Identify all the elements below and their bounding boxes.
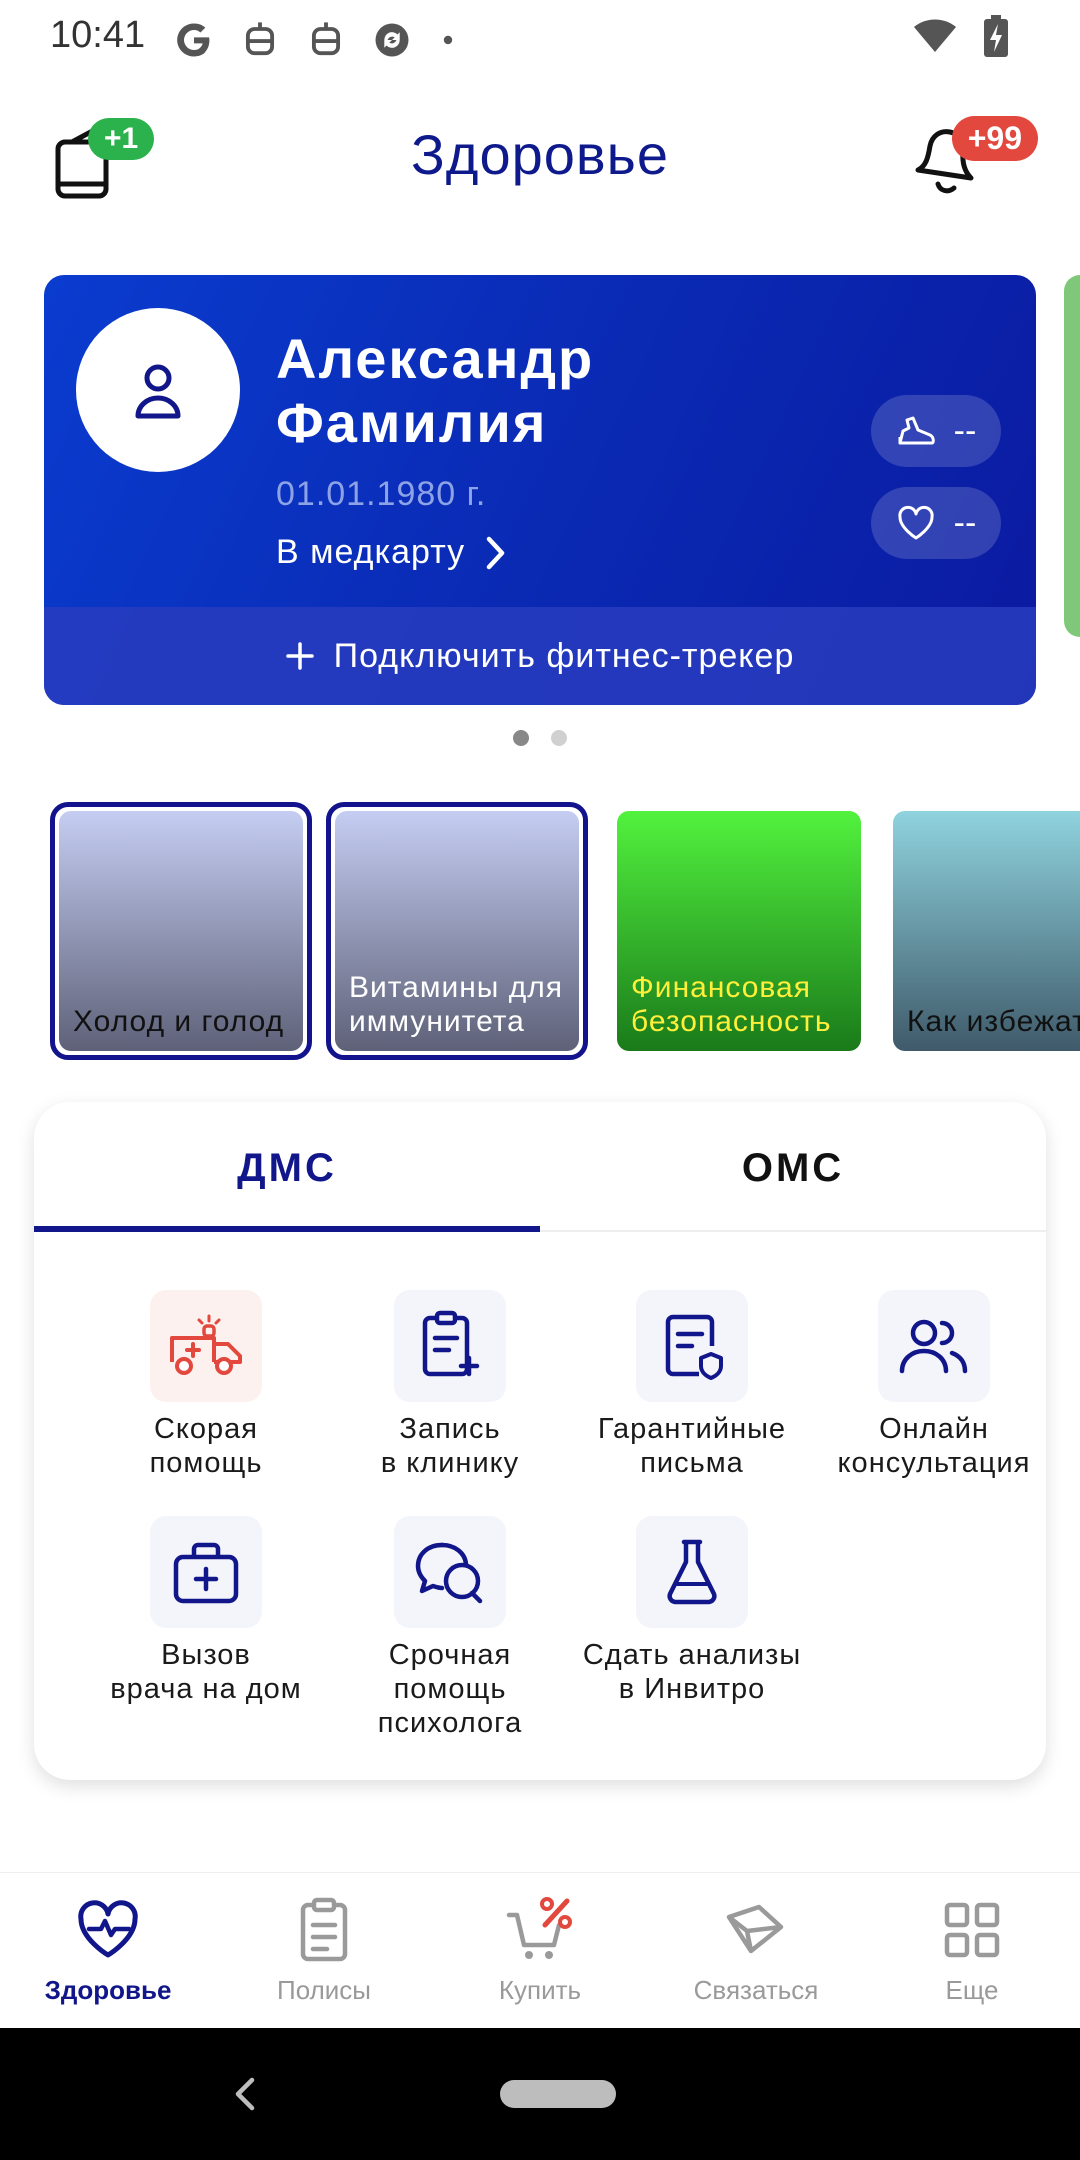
nav-health[interactable]: Здоровье xyxy=(8,1895,208,2006)
flask-icon xyxy=(667,1539,717,1605)
back-icon[interactable] xyxy=(224,2072,268,2116)
robot-icon xyxy=(245,22,275,56)
nav-label: Полисы xyxy=(277,1975,371,2005)
story-card[interactable]: Витамины для иммунитета xyxy=(326,802,588,1060)
steps-value: -- xyxy=(953,411,977,450)
service-label: Онлайн консультация xyxy=(837,1413,1031,1479)
medical-bag-icon xyxy=(173,1542,239,1604)
heart-pulse-icon xyxy=(78,1900,138,1958)
heart-icon xyxy=(898,505,934,540)
tab-dms[interactable]: ДМС xyxy=(34,1146,540,1191)
date-of-birth: 01.01.1980 г. xyxy=(276,475,487,513)
status-time: 10:41 xyxy=(50,14,146,56)
service-guarantee-letters[interactable]: Гарантийные письма xyxy=(572,1290,812,1480)
profile-card[interactable]: Александр Фамилия 01.01.1980 г. В медкар… xyxy=(44,275,1036,705)
nav-buy[interactable]: Купить xyxy=(440,1895,640,2006)
story-title: Холод и голод xyxy=(73,1005,285,1038)
user-first-name: Александр xyxy=(276,327,595,390)
status-bar: 10:41 xyxy=(0,0,1080,80)
active-tab-indicator xyxy=(34,1226,540,1232)
nav-label: Здоровье xyxy=(44,1975,172,2005)
nav-policies[interactable]: Полисы xyxy=(224,1895,424,2006)
medcard-link[interactable]: В медкарту xyxy=(276,533,507,572)
clipboard-plus-icon xyxy=(422,1310,480,1377)
story-card[interactable]: Финансовая безопасность xyxy=(608,802,870,1060)
service-online-consultation[interactable]: Онлайн консультация xyxy=(814,1290,1054,1480)
service-label: Скорая помощь xyxy=(149,1413,263,1479)
robot-icon xyxy=(311,22,341,56)
system-indicators xyxy=(912,14,1010,58)
next-card-peek[interactable] xyxy=(1064,275,1080,637)
user-last-name: Фамилия xyxy=(276,391,548,454)
avatar[interactable] xyxy=(76,308,240,472)
nav-more[interactable]: Еще xyxy=(872,1895,1072,2006)
carousel-indicator xyxy=(0,730,1080,746)
sneaker-icon xyxy=(898,416,935,445)
pulse-value: -- xyxy=(953,503,977,542)
grid-icon xyxy=(944,1902,1000,1958)
notifications-badge: +99 xyxy=(951,116,1038,161)
nav-contact[interactable]: Связаться xyxy=(656,1895,856,2006)
cart-percent-icon xyxy=(506,1897,572,1959)
envelope-icon xyxy=(726,1904,784,1954)
service-invitro-tests[interactable]: Сдать анализы в Инвитро xyxy=(572,1516,812,1706)
google-icon xyxy=(177,23,210,57)
service-clinic-appointment[interactable]: Запись в клинику xyxy=(330,1290,570,1480)
service-label: Сдать анализы в Инвитро xyxy=(582,1639,802,1705)
service-psychologist[interactable]: Срочная помощь психолога xyxy=(330,1516,570,1740)
user-icon xyxy=(135,364,181,419)
clipboard-icon xyxy=(300,1897,348,1962)
steps-counter[interactable]: -- xyxy=(871,395,1001,467)
carousel-dot-active xyxy=(513,730,529,746)
story-card[interactable]: Холод и голод xyxy=(50,802,312,1060)
notification-icons xyxy=(172,18,460,62)
services-panel: ДМС ОМС Скорая помощь Запись в клинику Гар… xyxy=(34,1102,1046,1780)
sync-icon xyxy=(375,23,409,57)
connect-tracker-button[interactable]: Подключить фитнес-трекер xyxy=(44,607,1036,705)
story-title: Как избежать обморожения xyxy=(907,1005,1080,1038)
dot-icon xyxy=(443,35,453,45)
nav-label: Связаться xyxy=(693,1975,819,2005)
service-label: Запись в клинику xyxy=(380,1413,520,1479)
battery-charging-icon xyxy=(984,15,1008,57)
tab-oms[interactable]: ОМС xyxy=(540,1146,1046,1191)
nav-label: Купить xyxy=(498,1975,582,2005)
system-navigation-bar xyxy=(0,2028,1080,2160)
service-label: Вызов врача на дом xyxy=(110,1639,302,1705)
nav-label: Еще xyxy=(945,1975,999,2005)
stories-row: Холод и голод Витамины для иммунитета Фи… xyxy=(50,802,1080,1062)
app-header: +1 Здоровье +99 xyxy=(0,100,1080,220)
user-name: Александр Фамилия xyxy=(276,327,594,455)
chevron-right-icon xyxy=(486,536,505,569)
connect-tracker-label: Подключить фитнес-трекер xyxy=(333,636,795,675)
story-title: Витамины для иммунитета xyxy=(349,971,563,1038)
insurance-tabs: ДМС ОМС xyxy=(34,1102,1046,1232)
carousel-dot xyxy=(551,730,567,746)
service-home-doctor[interactable]: Вызов врача на дом xyxy=(86,1516,326,1706)
pulse-counter[interactable]: -- xyxy=(871,487,1001,559)
document-shield-icon xyxy=(665,1314,723,1380)
service-ambulance[interactable]: Скорая помощь xyxy=(86,1290,326,1480)
story-card[interactable]: Как избежать обморожения xyxy=(884,802,1080,1060)
plus-icon xyxy=(285,642,314,670)
service-label: Срочная помощь психолога xyxy=(377,1639,523,1739)
bottom-navigation: Здоровье Полисы Купить Связаться Еще xyxy=(0,1872,1080,2028)
medcard-link-label: В медкарту xyxy=(276,533,466,571)
ambulance-icon xyxy=(170,1314,242,1375)
chat-bubbles-icon xyxy=(415,1542,483,1604)
home-pill[interactable] xyxy=(500,2080,616,2108)
people-icon xyxy=(899,1319,968,1374)
story-title: Финансовая безопасность xyxy=(631,971,832,1038)
service-label: Гарантийные письма xyxy=(597,1413,787,1479)
wifi-icon xyxy=(914,19,956,52)
